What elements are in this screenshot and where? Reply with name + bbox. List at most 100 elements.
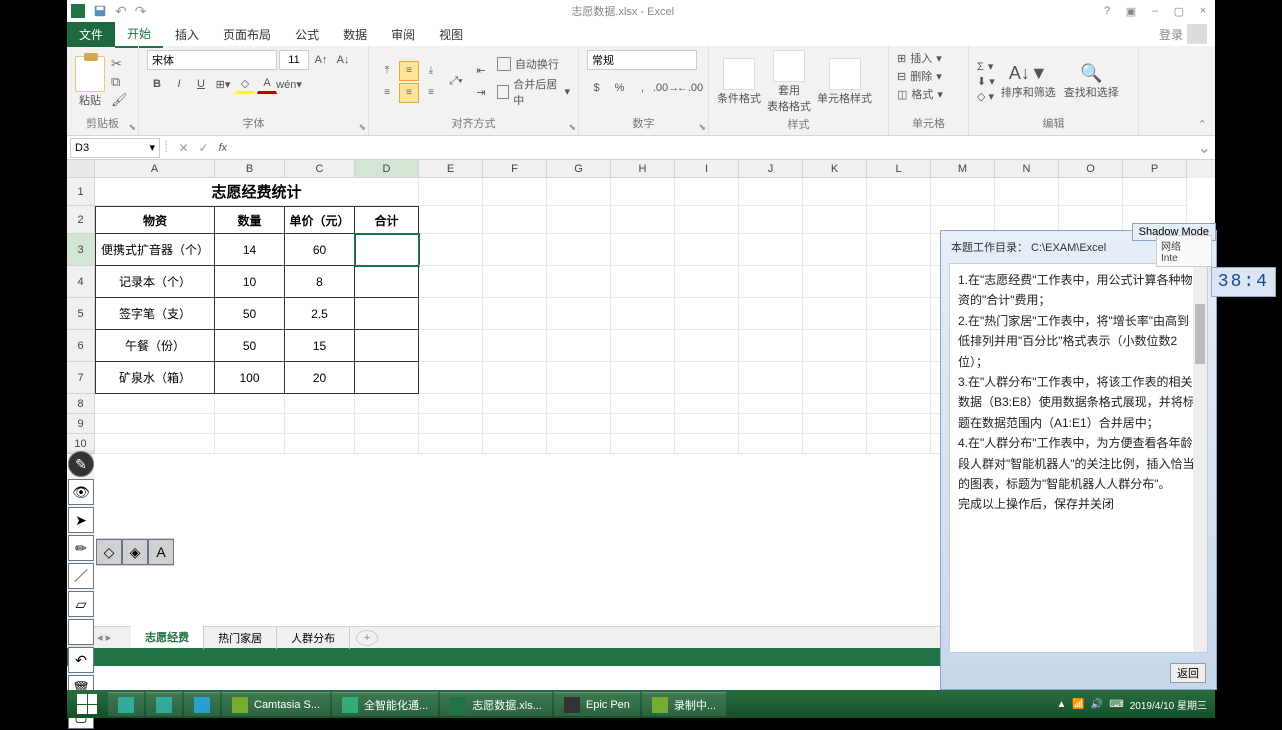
exam-scrollbar[interactable] [1193,264,1207,652]
cell[interactable] [739,330,803,362]
comma-button[interactable]: , [633,78,652,98]
col-header[interactable]: O [1059,160,1123,178]
cell[interactable] [611,362,675,394]
cell[interactable]: 2.5 [285,298,355,330]
cell[interactable] [285,434,355,454]
cell[interactable] [547,178,611,206]
col-header[interactable]: G [547,160,611,178]
phonetic-button[interactable]: wén▾ [279,74,299,94]
cell[interactable] [95,434,215,454]
find-select-button[interactable]: 🔍查找和选择 [1064,63,1119,100]
cell[interactable] [739,362,803,394]
cell[interactable] [803,394,867,414]
align-center[interactable]: ≡ [399,83,419,103]
cell[interactable] [355,266,419,298]
taskbar-item[interactable]: 录制中... [642,692,726,716]
align-left[interactable]: ≡ [377,83,397,103]
cell[interactable] [419,434,483,454]
row-header[interactable]: 1 [67,178,95,206]
cell[interactable] [867,362,931,394]
epicpen-eye-icon[interactable]: 👁 [68,479,94,505]
col-header[interactable]: J [739,160,803,178]
cell[interactable] [739,434,803,454]
taskbar-item[interactable]: Epic Pen [554,692,640,716]
cell[interactable] [547,394,611,414]
cell[interactable] [419,234,483,266]
taskbar-item[interactable] [184,692,220,716]
enter-icon[interactable]: ✓ [199,141,209,155]
sheet-tab-3[interactable]: 人群分布 [277,627,350,649]
epicpen-blank-icon[interactable] [68,619,94,645]
cell[interactable] [739,266,803,298]
cell[interactable]: 8 [285,266,355,298]
cell[interactable]: 矿泉水（箱） [95,362,215,394]
cell[interactable] [547,362,611,394]
percent-button[interactable]: % [610,78,629,98]
align-bottom[interactable]: ⤓ [421,61,441,81]
cell[interactable] [611,234,675,266]
col-header[interactable]: C [285,160,355,178]
delete-cells-button[interactable]: ⊟ 删除 ▾ [897,68,960,84]
menu-layout[interactable]: 页面布局 [211,22,283,47]
cell[interactable] [803,362,867,394]
row-header[interactable]: 3 [67,234,95,266]
col-header[interactable]: L [867,160,931,178]
cell[interactable] [95,414,215,434]
add-sheet-button[interactable]: + [356,630,378,646]
fill-color-button[interactable]: ◇ [235,74,255,94]
format-cells-button[interactable]: ◫ 格式 ▾ [897,86,960,102]
cell[interactable] [355,414,419,434]
paste-button[interactable]: 粘贴 [79,92,101,108]
taskbar-item[interactable] [108,692,144,716]
sheet-tab-1[interactable]: 志愿经费 [131,626,204,650]
cell[interactable] [675,330,739,362]
tray-volume-icon[interactable]: 🔊 [1091,699,1103,710]
cell[interactable] [867,434,931,454]
menu-view[interactable]: 视图 [427,22,475,47]
cell[interactable] [215,394,285,414]
clipboard-launcher[interactable]: ⬊ [128,122,136,133]
cell[interactable] [285,414,355,434]
cell[interactable] [675,298,739,330]
formula-input[interactable] [237,139,1187,157]
cell[interactable]: 50 [215,298,285,330]
epicpen-line-icon[interactable]: ◈ [122,539,148,565]
cell[interactable] [803,414,867,434]
login-label[interactable]: 登录 [1159,26,1183,43]
cell[interactable] [867,298,931,330]
cell[interactable] [483,362,547,394]
row-header[interactable]: 2 [67,206,95,234]
col-header[interactable]: P [1123,160,1187,178]
formula-expand[interactable]: ⌄ [1198,138,1211,158]
align-middle[interactable]: ≡ [399,61,419,81]
tray-network-icon[interactable]: 📶 [1072,699,1084,710]
col-header[interactable]: E [419,160,483,178]
epicpen-cursor-icon[interactable]: ➤ [68,507,94,533]
help-icon[interactable]: ? [1099,3,1115,19]
name-box[interactable]: D3▾ [70,138,160,158]
cell[interactable] [803,434,867,454]
cell[interactable] [867,394,931,414]
cell[interactable] [1059,178,1123,206]
select-all-corner[interactable] [67,160,95,178]
tray-clock[interactable]: 2019/4/10 星期三 [1130,697,1207,712]
cell[interactable] [611,298,675,330]
row-header[interactable]: 5 [67,298,95,330]
cut-icon[interactable]: ✂ [111,56,128,72]
cell[interactable] [739,234,803,266]
cell[interactable] [95,394,215,414]
row-header[interactable]: 7 [67,362,95,394]
cell[interactable] [355,330,419,362]
cell[interactable] [675,234,739,266]
cell[interactable]: 100 [215,362,285,394]
cell[interactable] [611,178,675,206]
cell[interactable] [803,178,867,206]
bold-button[interactable]: B [147,74,167,94]
row-header[interactable]: 6 [67,330,95,362]
number-launcher[interactable]: ⬊ [698,122,706,133]
font-size-input[interactable] [279,50,309,70]
cell[interactable] [355,434,419,454]
avatar[interactable] [1187,24,1207,44]
ribbon-collapse[interactable]: ⌃ [1190,114,1215,135]
cell[interactable] [739,298,803,330]
